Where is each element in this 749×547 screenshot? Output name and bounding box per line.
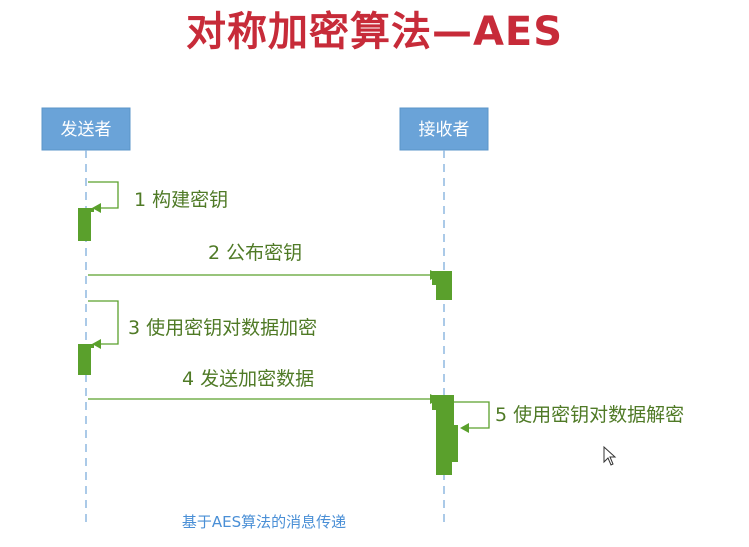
sequence-diagram: 发送者 接收者 1 构建密钥 2 公布密钥 3 使用密钥对数据加密 4 发送加密… [41,107,684,531]
receiver-activation-1 [432,271,452,300]
slide-canvas: 对称加密算法—AES 发送者 接收者 1 构建密钥 2 公布密钥 3 使用密钥对… [0,0,749,547]
step2-label: 2 公布密钥 [208,242,302,264]
mouse-cursor-icon [603,445,617,466]
sender-actor-label: 发送者 [61,120,112,140]
diagram-caption: 基于AES算法的消息传递 [182,513,346,531]
sender-activation-1 [78,208,94,241]
step1-label: 1 构建密钥 [134,189,228,211]
step5-label: 5 使用密钥对数据解密 [495,404,684,426]
receiver-actor-label: 接收者 [419,120,470,140]
sender-activation-2 [78,344,94,375]
step3-self-arrow [88,300,119,345]
step5-self-arrow [454,401,490,429]
step5-arrowhead [460,423,469,433]
receiver-activation-2 [432,395,458,475]
step1-self-arrow [88,181,119,209]
step4-label: 4 发送加密数据 [182,368,314,390]
step3-label: 3 使用密钥对数据加密 [128,317,317,339]
